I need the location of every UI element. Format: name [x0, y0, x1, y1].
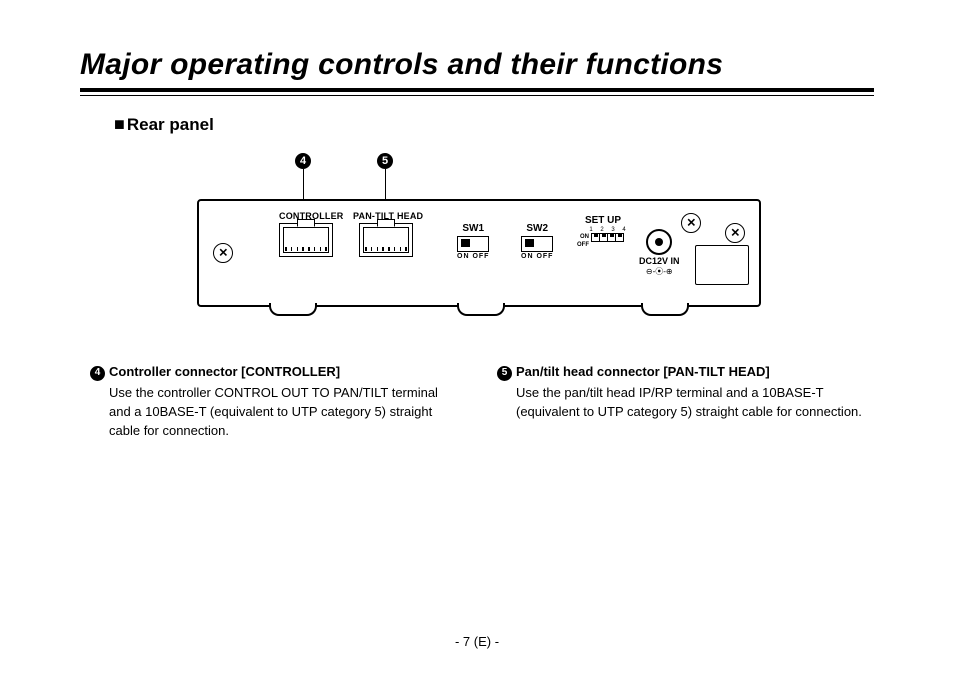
section-heading: ■Rear panel — [114, 114, 874, 135]
setup-dip-switch: SET UP 1 2 3 4 ON OFF — [577, 215, 629, 249]
slide-switch-icon — [457, 236, 489, 252]
panel-foot — [269, 303, 317, 316]
desc5-body: Use the pan/tilt head IP/RP terminal and… — [516, 384, 864, 422]
description-5: 5 Pan/tilt head connector [PAN-TILT HEAD]… — [497, 363, 864, 440]
circled-number-icon: 4 — [90, 366, 105, 381]
screw-icon — [725, 223, 745, 243]
sw1-label: SW1 — [457, 223, 489, 234]
sw2-switch: SW2 ON OFF — [521, 223, 553, 260]
sw2-label: SW2 — [521, 223, 553, 234]
panel-foot — [641, 303, 689, 316]
setup-label: SET UP — [577, 215, 629, 226]
dip-on-label: ON — [577, 234, 589, 241]
rear-panel-outline: CONTROLLER PAN-TILT HEAD — [197, 199, 761, 307]
rj45-pins-icon — [285, 247, 327, 251]
dc-jack-icon — [646, 229, 672, 255]
pantilt-connector: PAN-TILT HEAD — [359, 211, 419, 257]
sw2-onoff: ON OFF — [521, 253, 553, 260]
panel-foot — [457, 303, 505, 316]
rj45-pins-icon — [365, 247, 407, 251]
page-title: Major operating controls and their funct… — [80, 48, 874, 82]
dc-power-jack: DC12V IN ⊖-⦿-⊕ — [639, 229, 680, 277]
callout-number-icon: 5 — [377, 153, 393, 169]
dc-label: DC12V IN — [639, 256, 680, 266]
sw1-onoff: ON OFF — [457, 253, 489, 260]
controller-connector: CONTROLLER — [279, 211, 333, 257]
dip-switch-icon — [591, 233, 624, 242]
dc-polarity-icon: ⊖-⦿-⊕ — [639, 266, 680, 277]
title-rule — [80, 88, 874, 96]
desc4-body: Use the controller CONTROL OUT TO PAN/TI… — [109, 384, 457, 441]
dip-off-label: OFF — [577, 242, 589, 249]
square-bullet-icon: ■ — [114, 114, 125, 135]
sw1-switch: SW1 ON OFF — [457, 223, 489, 260]
screw-icon — [213, 243, 233, 263]
page-number: - 7 (E) - — [0, 634, 954, 649]
rear-panel-diagram: 4 5 CONTROLLER — [197, 153, 757, 323]
descriptions: 4 Controller connector [CONTROLLER] Use t… — [80, 363, 874, 440]
slide-switch-icon — [521, 236, 553, 252]
screw-icon — [681, 213, 701, 233]
circled-number-icon: 5 — [497, 366, 512, 381]
desc4-title: Controller connector [CONTROLLER] — [109, 364, 340, 379]
callout-number-icon: 4 — [295, 153, 311, 169]
section-heading-text: Rear panel — [127, 115, 214, 134]
manual-page: Major operating controls and their funct… — [0, 0, 954, 673]
rear-plate — [695, 245, 749, 285]
description-4: 4 Controller connector [CONTROLLER] Use t… — [90, 363, 457, 440]
desc5-title: Pan/tilt head connector [PAN-TILT HEAD] — [516, 364, 770, 379]
